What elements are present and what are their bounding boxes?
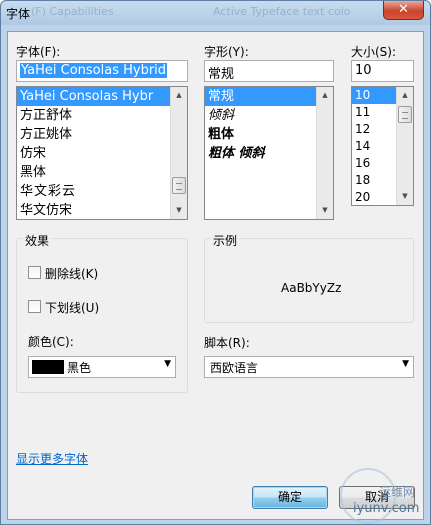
color-swatch: [32, 360, 64, 374]
font-style-label: 字形(Y):: [204, 45, 249, 59]
list-item[interactable]: 华文仿宋: [17, 201, 187, 219]
strikeout-label[interactable]: 删除线(K): [45, 265, 98, 282]
list-item[interactable]: 粗体: [205, 125, 333, 144]
background-window-text: (F) Capabilities: [31, 5, 114, 18]
list-item[interactable]: 方正姚体: [17, 125, 187, 144]
list-item[interactable]: 黑体: [17, 163, 187, 182]
list-item[interactable]: 仿宋: [17, 144, 187, 163]
watermark-brand: 运维网: [379, 485, 416, 499]
show-more-fonts-link[interactable]: 显示更多字体: [16, 450, 88, 467]
list-item[interactable]: 倾斜: [205, 106, 333, 125]
font-style-scrollbar[interactable]: ▲ ▼: [316, 87, 333, 219]
script-select[interactable]: 西欧语言 ▼: [204, 356, 414, 378]
watermark-text: iyunv.com: [353, 501, 420, 516]
list-item[interactable]: 华文彩云: [17, 182, 187, 201]
font-face-input[interactable]: YaHei Consolas Hybrid: [16, 60, 188, 82]
chevron-down-icon[interactable]: ▼: [397, 188, 413, 205]
close-button[interactable]: ✕: [383, 1, 424, 20]
color-label: 颜色(C):: [28, 335, 74, 349]
font-size-scrollbar[interactable]: ▲ ▼: [396, 87, 413, 205]
script-label: 脚本(R):: [204, 336, 250, 350]
close-icon: ✕: [398, 2, 409, 17]
font-dialog: 字体 (F) Capabilities Active Typeface text…: [0, 0, 431, 525]
list-item[interactable]: 方正舒体: [17, 106, 187, 125]
scroll-thumb[interactable]: [398, 106, 412, 123]
background-window-text-2: Active Typeface text colo: [213, 5, 351, 18]
font-style-list[interactable]: 常规 倾斜 粗体 粗体 倾斜 ▲ ▼: [204, 86, 334, 220]
chevron-up-icon[interactable]: ▲: [317, 87, 333, 104]
list-item[interactable]: 常规: [205, 87, 333, 106]
dialog-body: 字体(F): YaHei Consolas Hybrid YaHei Conso…: [7, 31, 424, 520]
script-value: 西欧语言: [210, 361, 259, 375]
underline-label[interactable]: 下划线(U): [45, 299, 99, 316]
color-value: 黑色: [67, 361, 92, 375]
chevron-up-icon[interactable]: ▲: [171, 87, 187, 104]
font-style-input[interactable]: 常规: [204, 60, 334, 82]
font-size-list[interactable]: 10 11 12 14 16 18 20 ▲ ▼: [351, 86, 414, 206]
chevron-down-icon[interactable]: ▼: [317, 202, 333, 219]
ok-button[interactable]: 确定: [252, 486, 328, 509]
title-bar: 字体 (F) Capabilities Active Typeface text…: [1, 1, 430, 25]
effects-title: 效果: [23, 232, 52, 249]
list-item[interactable]: 粗体 倾斜: [205, 144, 333, 163]
list-item[interactable]: YaHei Consolas Hybr: [17, 87, 187, 106]
window-title: 字体: [6, 7, 31, 21]
color-select[interactable]: 黑色 ▼: [28, 356, 176, 378]
underline-checkbox[interactable]: [28, 300, 41, 313]
chevron-down-icon: ▼: [164, 359, 171, 369]
chevron-up-icon[interactable]: ▲: [397, 87, 413, 104]
sample-title: 示例: [211, 232, 240, 249]
strikeout-checkbox[interactable]: [28, 266, 41, 279]
font-size-label: 大小(S):: [351, 45, 397, 59]
chevron-down-icon[interactable]: ▼: [171, 202, 187, 219]
font-face-label: 字体(F):: [16, 45, 61, 59]
font-face-scrollbar[interactable]: ▲ ▼: [170, 87, 187, 219]
scroll-thumb[interactable]: [172, 177, 186, 194]
font-face-list[interactable]: YaHei Consolas Hybr 方正舒体 方正姚体 仿宋 黑体 华文彩云…: [16, 86, 188, 220]
chevron-down-icon: ▼: [402, 359, 409, 369]
font-size-input[interactable]: 10: [351, 60, 414, 82]
sample-preview: AaBbYyZz: [281, 281, 342, 295]
